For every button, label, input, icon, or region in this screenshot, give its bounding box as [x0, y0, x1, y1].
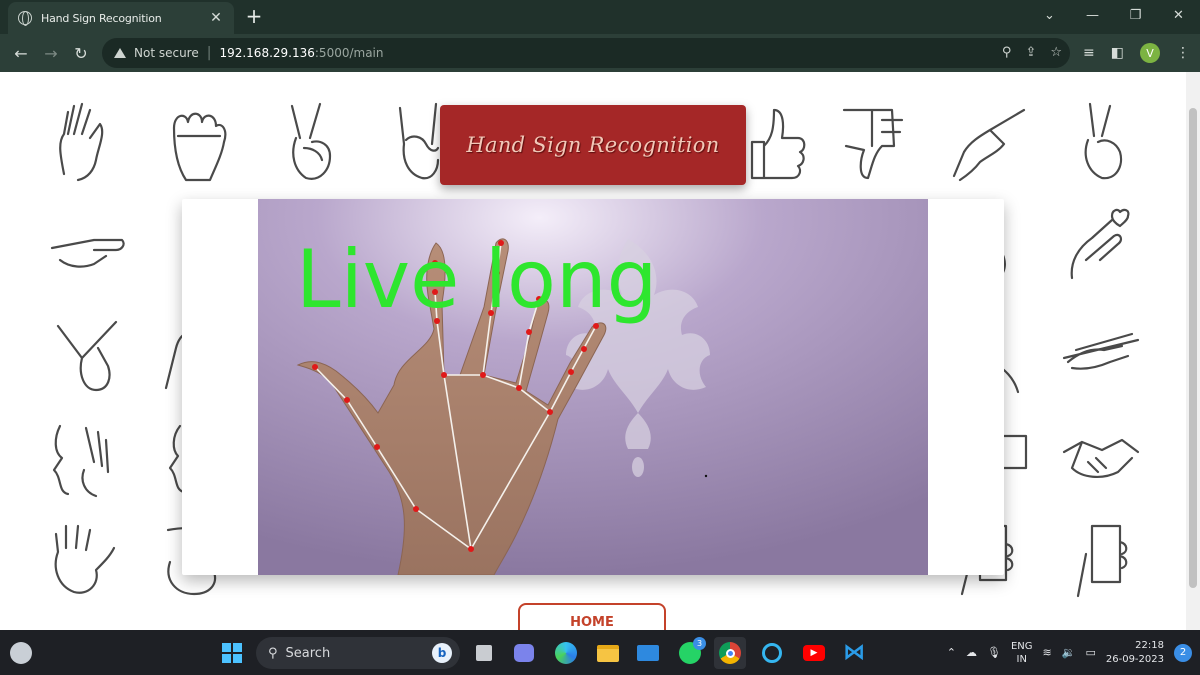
language-indicator[interactable]: ENG IN — [1011, 640, 1033, 666]
search-label: Search — [285, 645, 331, 661]
web-page: Hand Sign Recognition Live long HOME — [0, 72, 1186, 630]
reload-button[interactable]: ↻ — [70, 42, 92, 64]
window-controls: ⌄ — ❐ ✕ — [1028, 0, 1200, 30]
back-button[interactable]: ← — [10, 42, 32, 64]
open-palm-hand-icon — [59, 102, 104, 182]
windows-start-button[interactable] — [216, 637, 248, 669]
crossed-fingers-hand-icon — [1084, 102, 1123, 180]
victory-hand-icon — [290, 102, 332, 180]
url-path[interactable]: :5000/main — [315, 46, 384, 60]
mouse-dot — [704, 474, 708, 478]
side-panel-icon[interactable]: ◧ — [1111, 45, 1124, 61]
url-host[interactable]: 192.168.29.136 — [219, 46, 314, 60]
search-icon: ⚲ — [268, 645, 278, 661]
new-tab-button[interactable]: + — [244, 5, 264, 27]
pointing-left-hand-icon — [50, 238, 125, 268]
clock[interactable]: 22:18 26-09-2023 — [1106, 639, 1164, 667]
home-button[interactable]: HOME — [518, 603, 666, 630]
toolbar-right: ≡ ◧ V ⋮ — [1083, 43, 1190, 63]
volume-icon[interactable]: 🔉 — [1062, 646, 1076, 659]
battery-icon[interactable]: ▭ — [1085, 646, 1095, 659]
prediction-label: Live long — [296, 233, 657, 326]
warning-icon[interactable] — [114, 48, 126, 58]
language-line1: ENG — [1010, 640, 1033, 652]
finger-heart-hand-icon — [1070, 208, 1130, 280]
url-separator: | — [206, 45, 212, 61]
bookmark-star-icon[interactable]: ☆ — [1050, 45, 1062, 60]
taskbar-search[interactable]: ⚲ Search b — [256, 637, 460, 669]
vscode-icon[interactable]: ⋈ — [838, 637, 870, 669]
teams-chat-icon[interactable] — [508, 637, 540, 669]
browser-toolbar: ← → ↻ Not secure | 192.168.29.136 :5000/… — [0, 34, 1200, 72]
thumbs-down-hand-icon — [842, 108, 904, 180]
youtube-icon[interactable]: ▶ — [798, 637, 830, 669]
handshake-sign-icon — [1062, 332, 1140, 370]
cortana-icon[interactable] — [756, 637, 788, 669]
handshake-icon — [1062, 438, 1140, 478]
file-explorer-icon[interactable] — [592, 637, 624, 669]
clock-date: 26-09-2023 — [1105, 653, 1164, 665]
notification-badge[interactable]: 2 — [1174, 643, 1192, 662]
edge-browser-icon[interactable] — [550, 637, 582, 669]
scrollbar-thumb[interactable] — [1189, 108, 1197, 588]
forward-button[interactable]: → — [40, 42, 62, 64]
page-scrollbar[interactable] — [1186, 72, 1200, 630]
show-hidden-icons-icon[interactable]: ⌃ — [947, 646, 956, 659]
wifi-icon[interactable]: ≋ — [1043, 646, 1052, 659]
page-title-banner: Hand Sign Recognition — [440, 105, 746, 185]
whatsapp-icon[interactable]: 3 — [674, 637, 706, 669]
bing-icon: b — [432, 643, 452, 663]
rock-hand-icon — [398, 102, 440, 180]
clock-time: 22:18 — [1135, 639, 1164, 651]
chrome-icon[interactable] — [714, 637, 746, 669]
globe-icon — [18, 11, 32, 26]
browser-tab-strip: Hand Sign Recognition ✕ + ⌄ — ❐ ✕ — [0, 0, 1200, 34]
webcam-feed: Live long — [258, 199, 928, 575]
mail-icon[interactable] — [632, 637, 664, 669]
profile-avatar[interactable]: V — [1140, 43, 1160, 63]
wave-hand-icon — [54, 524, 116, 594]
windows-taskbar: ⚲ Search b 3 ▶ ⋈ ⌃ ☁ 🎙 ENG IN ≋ 🔉 ▭ 22:1… — [0, 630, 1200, 675]
minimize-button[interactable]: — — [1071, 0, 1114, 30]
system-tray: ⌃ ☁ 🎙 ENG IN ≋ 🔉 ▭ 22:18 26-09-2023 2 — [947, 630, 1192, 675]
restore-button[interactable]: ❐ — [1114, 0, 1157, 30]
browser-menu-icon[interactable]: ⋮ — [1176, 45, 1190, 61]
gun-gesture-hand-icon — [56, 320, 118, 392]
tab-title: Hand Sign Recognition — [41, 11, 162, 25]
address-bar[interactable]: Not secure | 192.168.29.136 :5000/main ⚲… — [102, 38, 1070, 68]
thumbs-up-hand-icon — [750, 108, 806, 180]
browser-tab[interactable]: Hand Sign Recognition ✕ — [8, 2, 234, 34]
tab-search-chevron-icon[interactable]: ⌄ — [1028, 0, 1071, 30]
microphone-icon[interactable]: 🎙 — [987, 646, 1001, 659]
quiet-face-hand-icon — [52, 424, 110, 498]
weather-widget-icon[interactable] — [10, 642, 32, 664]
not-secure-label[interactable]: Not secure — [134, 46, 199, 60]
onedrive-cloud-icon[interactable]: ☁ — [966, 646, 977, 659]
pointing-hand-icon — [952, 108, 1026, 182]
whatsapp-badge: 3 — [693, 637, 706, 650]
share-icon[interactable]: ⇪ — [1025, 45, 1036, 60]
windows-logo-icon — [222, 643, 242, 663]
close-window-button[interactable]: ✕ — [1157, 0, 1200, 30]
close-tab-icon[interactable]: ✕ — [208, 10, 224, 26]
fist-hand-icon — [172, 112, 227, 182]
task-view-icon[interactable] — [468, 637, 500, 669]
zoom-icon[interactable]: ⚲ — [1002, 45, 1012, 60]
phone-hand-right-icon — [1076, 524, 1128, 598]
omnibox-actions: ⚲ ⇪ ☆ — [1002, 45, 1062, 60]
media-control-icon[interactable]: ≡ — [1083, 45, 1095, 61]
language-line2: IN — [1016, 653, 1027, 665]
page-title: Hand Sign Recognition — [466, 133, 720, 157]
